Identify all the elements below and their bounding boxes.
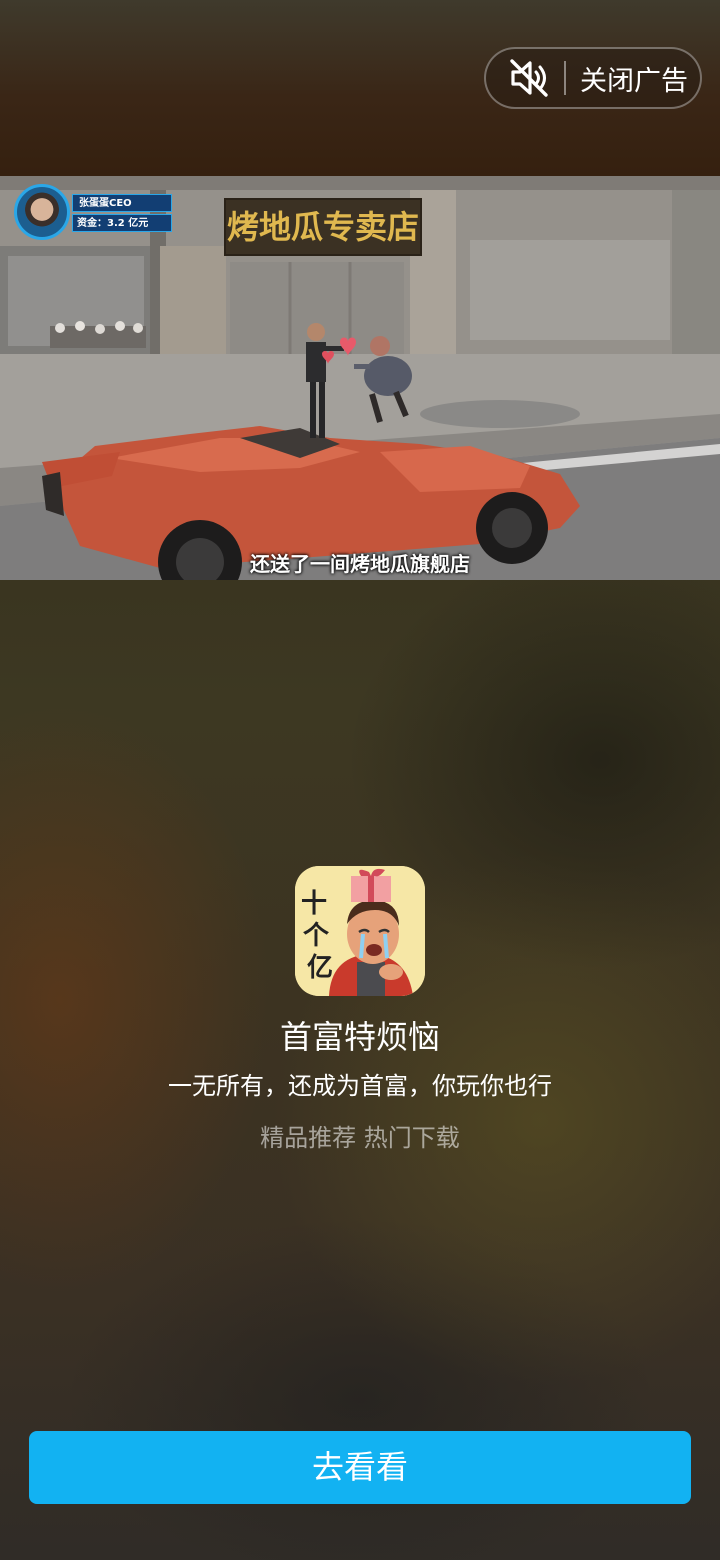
player-funds: 资金：3.2 亿元 xyxy=(72,214,172,232)
svg-text:个: 个 xyxy=(303,921,330,951)
ad-screen: 关闭广告 烤地瓜专卖店 张蛋蛋CEO 资金：3.2 亿元 还送了一间烤地瓜旗舰店… xyxy=(0,0,720,1560)
sound-muted-icon[interactable] xyxy=(507,56,551,100)
app-icon[interactable]: 十 个 亿 xyxy=(295,866,425,996)
shop-sign: 烤地瓜专卖店 xyxy=(224,198,422,256)
player-name: 张蛋蛋CEO xyxy=(72,194,172,212)
app-name: 首富特烦恼 xyxy=(279,1018,440,1056)
app-tagline: 精品推荐 热门下载 xyxy=(260,1124,460,1152)
player-avatar xyxy=(14,184,70,240)
app-description: 一无所有，还成为首富，你玩你也行 xyxy=(168,1072,552,1100)
svg-text:十: 十 xyxy=(301,889,327,919)
go-see-button[interactable]: 去看看 xyxy=(29,1431,691,1504)
close-ad-label[interactable]: 关闭广告 xyxy=(580,59,688,98)
pill-divider xyxy=(564,61,566,95)
video-subtitle: 还送了一间烤地瓜旗舰店 xyxy=(250,552,470,576)
svg-text:亿: 亿 xyxy=(307,953,333,983)
player-hud: 张蛋蛋CEO 资金：3.2 亿元 xyxy=(14,184,174,244)
app-icon-art: 十 个 亿 xyxy=(295,866,425,996)
close-ad-button[interactable]: 关闭广告 xyxy=(484,47,702,109)
ad-video[interactable]: 烤地瓜专卖店 张蛋蛋CEO 资金：3.2 亿元 还送了一间烤地瓜旗舰店 xyxy=(0,176,720,580)
